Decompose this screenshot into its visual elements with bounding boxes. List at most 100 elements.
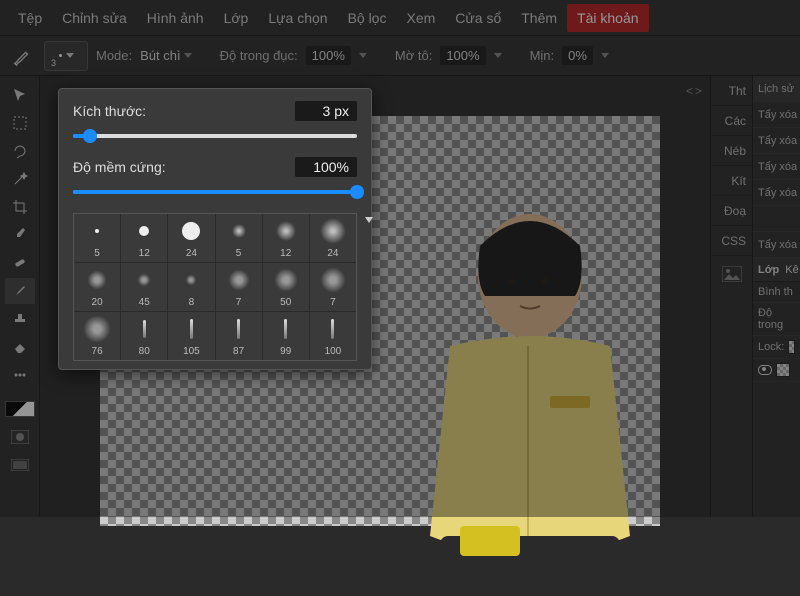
smooth-value[interactable]: 0%	[562, 46, 593, 65]
preset-size-label: 24	[327, 248, 338, 259]
layer-row[interactable]	[753, 359, 800, 382]
history-layers-panel: Lịch sử Tẩy xóa Tẩy xóa Tẩy xóa Tẩy xóa …	[752, 76, 800, 517]
panel-tab[interactable]: Néb	[711, 136, 752, 166]
brush-preset[interactable]: 100	[310, 312, 356, 360]
marquee-tool[interactable]	[5, 110, 35, 136]
eraser-tool[interactable]	[5, 334, 35, 360]
brush-preset[interactable]: 87	[216, 312, 262, 360]
menu-edit[interactable]: Chỉnh sửa	[52, 4, 137, 32]
color-swatch[interactable]	[5, 396, 35, 422]
history-entry[interactable]: Tẩy xóa	[753, 128, 800, 154]
preset-size-label: 20	[92, 297, 103, 308]
channels-tab[interactable]: Kê	[785, 264, 798, 276]
slider-thumb[interactable]	[350, 185, 364, 199]
brush-preset[interactable]: 105	[168, 312, 214, 360]
brush-tool[interactable]	[5, 278, 35, 304]
stamp-tool[interactable]	[5, 306, 35, 332]
screen-mode[interactable]	[5, 452, 35, 478]
preset-size-label: 12	[139, 248, 150, 259]
flow-value[interactable]: 100%	[440, 46, 485, 65]
heal-tool[interactable]	[5, 250, 35, 276]
brush-preset[interactable]: 5	[74, 214, 120, 262]
preset-size-label: 99	[280, 346, 291, 357]
hardness-label: Độ mềm cứng:	[73, 159, 166, 175]
brush-preset[interactable]: 20	[74, 263, 120, 311]
more-tools[interactable]	[5, 362, 35, 388]
brush-preset[interactable]: 24	[310, 214, 356, 262]
lock-label: Lock:	[758, 341, 784, 353]
options-bar: 3 Mode: Bút chì Độ trong đục: 100% Mờ tô…	[0, 36, 800, 76]
preset-size-label: 105	[183, 346, 200, 357]
history-entry[interactable]	[753, 206, 800, 232]
image-subject	[380, 196, 660, 596]
menu-filter[interactable]: Bộ lọc	[338, 4, 397, 32]
panel-tab[interactable]: Tht	[711, 76, 752, 106]
menu-file[interactable]: Tệp	[8, 4, 52, 32]
brush-preset[interactable]: 7	[310, 263, 356, 311]
chevron-down-icon[interactable]	[601, 53, 609, 58]
brush-preset[interactable]: 80	[121, 312, 167, 360]
brush-preset[interactable]: 7	[216, 263, 262, 311]
brush-preset[interactable]: 45	[121, 263, 167, 311]
preset-size-label: 87	[233, 346, 244, 357]
layers-tab[interactable]: Lớp	[758, 264, 779, 276]
brush-presets-grid: 512245122420458750776801058799100	[73, 213, 357, 361]
mode-select[interactable]: Bút chì	[140, 48, 191, 63]
layers-tab-row: Lớp Kê	[753, 258, 800, 282]
panel-nav-arrows[interactable]: <>	[686, 84, 704, 98]
preset-size-label: 76	[92, 346, 103, 357]
panel-tab[interactable]: CSS	[711, 226, 752, 256]
image-icon[interactable]	[711, 256, 752, 292]
chevron-down-icon[interactable]	[359, 53, 367, 58]
layer-thumbnail	[776, 363, 790, 377]
move-tool[interactable]	[5, 82, 35, 108]
history-entry[interactable]: Tẩy xóa	[753, 180, 800, 206]
menu-view[interactable]: Xem	[396, 4, 445, 32]
lock-transparency-icon[interactable]	[788, 340, 795, 354]
size-label: Kích thước:	[73, 103, 146, 119]
slider-thumb[interactable]	[83, 129, 97, 143]
panel-tab[interactable]: Đoạ	[711, 196, 752, 226]
size-slider[interactable]	[73, 127, 357, 145]
eyedropper-tool[interactable]	[5, 222, 35, 248]
brush-preset[interactable]: 50	[263, 263, 309, 311]
blend-mode-select[interactable]: Bình th	[753, 282, 800, 303]
chevron-down-icon[interactable]	[494, 53, 502, 58]
brush-preset[interactable]: 76	[74, 312, 120, 360]
menu-more[interactable]: Thêm	[511, 4, 567, 32]
menu-window[interactable]: Cửa sổ	[445, 4, 511, 32]
lasso-tool[interactable]	[5, 138, 35, 164]
brush-preset[interactable]: 12	[263, 214, 309, 262]
wand-tool[interactable]	[5, 166, 35, 192]
size-value[interactable]: 3 px	[295, 101, 357, 121]
menu-layer[interactable]: Lớp	[214, 4, 259, 32]
lock-row: Lock:	[753, 336, 800, 359]
brush-preset[interactable]: 5	[216, 214, 262, 262]
brush-preset[interactable]: 12	[121, 214, 167, 262]
history-entry[interactable]: Tẩy xóa	[753, 232, 800, 258]
mode-label: Mode:	[96, 48, 132, 63]
crop-tool[interactable]	[5, 194, 35, 220]
brush-preset[interactable]: 8	[168, 263, 214, 311]
opacity-value[interactable]: 100%	[306, 46, 351, 65]
mask-mode[interactable]	[5, 424, 35, 450]
visibility-icon[interactable]	[758, 365, 772, 375]
hardness-slider[interactable]	[73, 183, 357, 201]
panel-tab[interactable]: Các	[711, 106, 752, 136]
preset-size-label: 50	[280, 297, 291, 308]
hardness-value[interactable]: 100%	[295, 157, 357, 177]
menu-image[interactable]: Hình ảnh	[137, 4, 214, 32]
brush-preset[interactable]: 99	[263, 312, 309, 360]
collapsed-panels: Tht Các Néb Kít Đoạ CSS	[710, 76, 752, 517]
menu-account[interactable]: Tài khoản	[567, 4, 648, 32]
preset-size-label: 5	[94, 248, 100, 259]
menu-select[interactable]: Lựa chọn	[258, 4, 337, 32]
preset-menu-icon[interactable]	[365, 217, 373, 223]
panel-tab[interactable]: Kít	[711, 166, 752, 196]
brush-preset-picker[interactable]: 3	[44, 41, 88, 71]
menu-bar: Tệp Chỉnh sửa Hình ảnh Lớp Lựa chọn Bộ l…	[0, 0, 800, 36]
brush-preset[interactable]: 24	[168, 214, 214, 262]
history-tab[interactable]: Lịch sử	[753, 76, 800, 102]
history-entry[interactable]: Tẩy xóa	[753, 102, 800, 128]
history-entry[interactable]: Tẩy xóa	[753, 154, 800, 180]
